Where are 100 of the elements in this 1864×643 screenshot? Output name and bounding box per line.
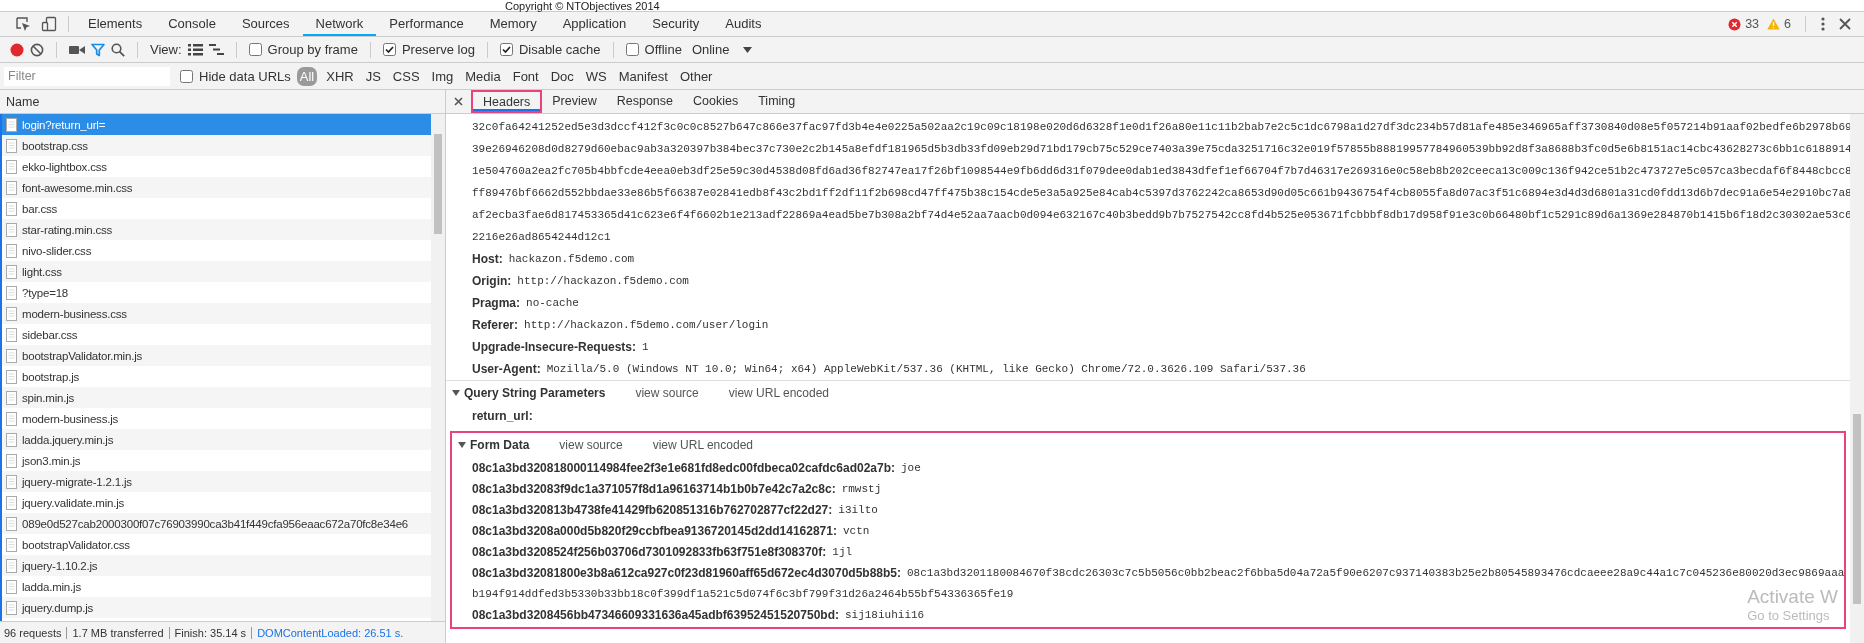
type-filter[interactable]: Doc xyxy=(547,66,577,86)
search-icon[interactable] xyxy=(111,42,125,57)
request-row[interactable]: bar.css xyxy=(2,198,431,219)
request-row[interactable]: ladda.jquery.min.js xyxy=(2,429,431,450)
request-row[interactable]: 089e0d527cab2000300f07c76903990ca3b41f449cfa956eaac672a70fc8e34e6 xyxy=(2,513,431,534)
request-row[interactable]: jquery-migrate-1.2.1.js xyxy=(2,471,431,492)
panel-tab[interactable]: Security xyxy=(639,12,713,36)
request-row[interactable]: jquery-1.10.2.js xyxy=(2,555,431,576)
param-value: joe xyxy=(901,461,921,474)
panel-tab[interactable]: Audits xyxy=(712,12,775,36)
disclosure-triangle-icon[interactable] xyxy=(452,390,460,396)
type-filter[interactable]: JS xyxy=(362,66,384,86)
panel-tab[interactable]: Elements xyxy=(75,12,156,36)
checkbox[interactable] xyxy=(180,69,193,83)
type-filter[interactable]: Img xyxy=(428,66,457,86)
column-header[interactable]: Name xyxy=(0,90,445,114)
close-icon[interactable] xyxy=(1839,18,1851,30)
request-row[interactable]: sidebar.css xyxy=(2,324,431,345)
request-row[interactable]: nivo-slider.css xyxy=(2,240,431,261)
panel-tab[interactable]: Sources xyxy=(228,12,303,36)
checkbox[interactable] xyxy=(248,43,262,56)
param-value: rmwstj xyxy=(841,482,882,495)
request-row[interactable]: json3.min.js xyxy=(2,450,431,471)
request-row[interactable]: ekko-lightbox.css xyxy=(2,156,431,177)
dom-content-loaded-text: DOMContentLoaded: 26.51 s. xyxy=(257,626,404,639)
disclosure-triangle-icon[interactable] xyxy=(458,442,466,448)
scrollbar[interactable] xyxy=(431,114,445,621)
header-value: no-cache xyxy=(526,297,579,309)
section-link[interactable]: view URL encoded xyxy=(652,438,753,452)
file-icon xyxy=(6,453,17,468)
request-row[interactable]: spin.min.js xyxy=(2,387,431,408)
section-link[interactable]: view source xyxy=(635,386,699,400)
device-icon[interactable] xyxy=(41,16,57,32)
panel-tab[interactable]: Console xyxy=(155,12,229,36)
request-row[interactable]: ?type=18 xyxy=(2,282,431,303)
scrollbar[interactable] xyxy=(1850,114,1864,643)
request-row[interactable]: bootstrapValidator.min.js xyxy=(2,345,431,366)
request-row[interactable]: jquery.validate.min.js xyxy=(2,492,431,513)
header-value: http://hackazon.f5demo.com xyxy=(517,275,689,287)
param-name: return_url: xyxy=(472,408,533,423)
file-icon xyxy=(6,348,17,363)
request-row[interactable]: star-rating.min.css xyxy=(2,219,431,240)
checkbox[interactable] xyxy=(382,43,396,56)
type-filter[interactable]: WS xyxy=(582,66,610,86)
record-button[interactable] xyxy=(10,42,24,57)
request-row[interactable]: modern-business.css xyxy=(2,303,431,324)
throttling-dropdown[interactable]: Online xyxy=(687,42,757,57)
header-name: Referer: xyxy=(472,318,519,332)
file-icon xyxy=(6,180,17,195)
detail-tab[interactable]: Preview xyxy=(542,90,607,113)
close-icon[interactable] xyxy=(454,97,463,106)
type-filter[interactable]: Manifest xyxy=(615,66,671,86)
param-name: 08c1a3bd3208a000d5b820f29ccbfbea9136720145d2dd14162871: xyxy=(472,523,837,538)
detail-tab[interactable]: Headers xyxy=(471,90,543,113)
more-options-icon[interactable] xyxy=(1821,17,1825,31)
type-filter[interactable]: Other xyxy=(676,66,716,86)
type-filter[interactable]: Font xyxy=(509,66,542,86)
file-icon xyxy=(6,411,17,426)
filter-icon[interactable] xyxy=(91,42,105,57)
request-row[interactable]: modern-business.js xyxy=(2,408,431,429)
request-row[interactable]: jquery.dump.js xyxy=(2,597,431,618)
section-title[interactable]: Query String Parameters xyxy=(464,386,606,400)
activation-notice-text: Go to Settings xyxy=(1747,608,1831,623)
request-row[interactable]: ladda.min.js xyxy=(2,576,431,597)
clear-icon[interactable] xyxy=(30,42,44,57)
status-text: Finish: 35.14 s xyxy=(174,626,247,639)
panel-tab[interactable]: Performance xyxy=(376,12,477,36)
panel-tab[interactable]: Application xyxy=(549,12,640,36)
warning-icon xyxy=(1767,18,1781,30)
type-filter[interactable]: CSS xyxy=(389,66,423,86)
detail-tab[interactable]: Timing xyxy=(748,90,806,113)
list-view-icon[interactable] xyxy=(187,43,203,56)
panel-tab[interactable]: Memory xyxy=(476,12,550,36)
video-camera-icon[interactable] xyxy=(69,43,85,56)
request-row[interactable]: font-awesome.min.css xyxy=(2,177,431,198)
section-title[interactable]: Form Data xyxy=(470,438,530,452)
param-value: b194f914ddfed3b5330b33bb18c0f399df1a521c5d074f6c3bf799f31d26a2464b55bf54336365fe19 xyxy=(472,587,1014,600)
checkbox[interactable] xyxy=(625,43,639,56)
param-name: 08c1a3bd32081800e3b8a612ca927c0f23d81960aff65d672ec4d3070d5b88b5: xyxy=(472,565,901,580)
section-link[interactable]: view source xyxy=(559,438,623,452)
file-icon xyxy=(6,138,17,153)
detail-tab[interactable]: Cookies xyxy=(683,90,749,113)
request-row[interactable]: light.css xyxy=(2,261,431,282)
request-row[interactable]: bootstrapValidator.css xyxy=(2,534,431,555)
type-filter[interactable]: XHR xyxy=(323,66,357,86)
type-filter[interactable]: Media xyxy=(462,66,504,86)
request-row[interactable]: bootstrap.css xyxy=(2,135,431,156)
section-link[interactable]: view URL encoded xyxy=(728,386,830,400)
file-icon xyxy=(6,495,17,510)
waterfall-view-icon[interactable] xyxy=(208,43,224,56)
header-name: Pragma: xyxy=(472,296,521,310)
error-count[interactable]: 33 xyxy=(1745,17,1760,31)
request-row[interactable]: bootstrap.js xyxy=(2,366,431,387)
warning-count[interactable]: 6 xyxy=(1784,17,1791,31)
checkbox[interactable] xyxy=(499,43,513,56)
file-icon xyxy=(6,243,17,258)
filter-input[interactable]: Filter xyxy=(4,66,170,86)
inspect-icon[interactable] xyxy=(15,16,31,32)
header-value: 32c0fa64241252ed5e3d3dccf412f3c0c0c8527b647c866e37fac97fd3b4e4e0225a502aa2c19c09c18198e020d6d6328f1e0d1f26a80e11c11b2bab7e2c5c1dc6798a1d27df3dc234b57d81afe485e346965aff3730840d08e5f057214b91aaf02bedfe6b2978b69 xyxy=(472,121,1850,133)
detail-tab[interactable]: Response xyxy=(606,90,683,113)
